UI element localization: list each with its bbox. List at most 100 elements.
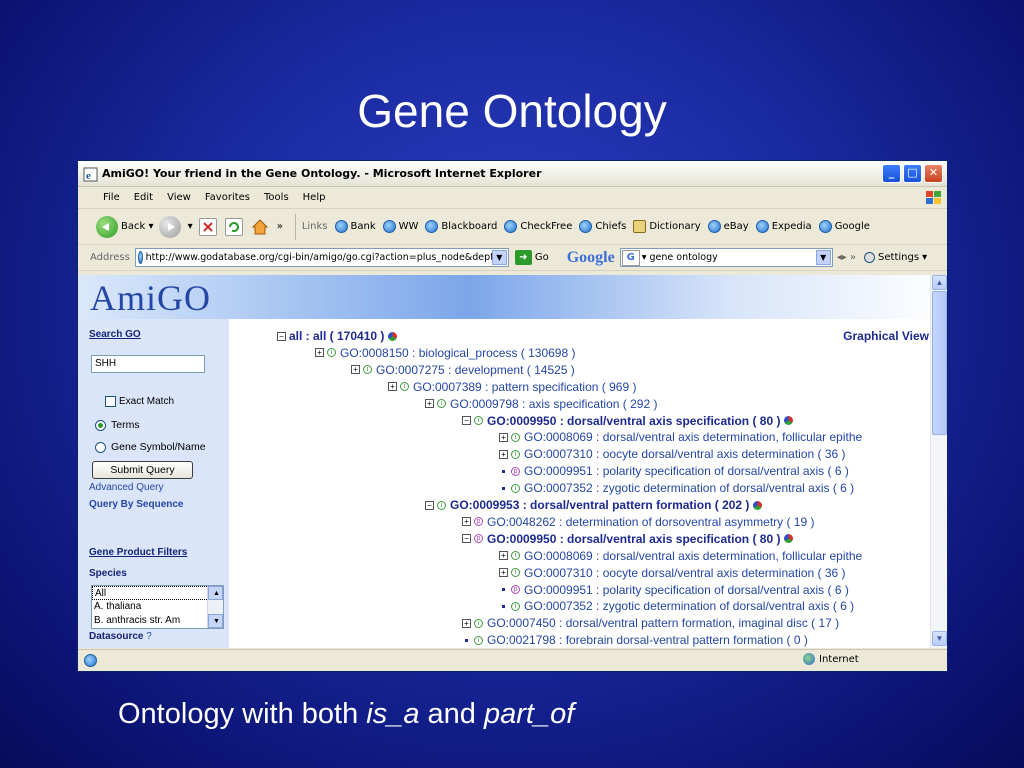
back-button[interactable]: Back ▾ — [96, 215, 153, 238]
link-checkfree[interactable]: CheckFree — [504, 220, 572, 233]
tree-node-label[interactable]: GO:0009950 : dorsal/ventral axis specifi… — [487, 414, 780, 428]
scroll-up-icon[interactable]: ▲ — [932, 275, 947, 290]
page-scrollbar[interactable]: ▲ ▼ — [930, 275, 947, 648]
scroll-down-icon[interactable]: ▼ — [932, 631, 947, 646]
expand-icon[interactable]: + — [315, 348, 324, 358]
species-scrollbar[interactable]: ▲ ▼ — [207, 586, 223, 628]
maximize-button[interactable]: □ — [903, 164, 922, 183]
gene-product-filters-link[interactable]: Gene Product Filters — [89, 547, 187, 558]
collapse-icon[interactable]: − — [462, 416, 471, 425]
tree-node-label[interactable]: GO:0009950 : dorsal/ventral axis specifi… — [487, 532, 780, 546]
tree-node-label[interactable]: GO:0048262 : determination of dorsoventr… — [487, 515, 815, 529]
expand-icon[interactable]: + — [388, 382, 397, 392]
tree-node[interactable]: + i GO:0007310 : oocyte dorsal/ventral axi… — [499, 446, 846, 462]
tree-node[interactable]: p GO:0009951 : polarity specification of … — [499, 582, 849, 598]
expand-icon[interactable]: + — [499, 449, 508, 459]
tree-node[interactable]: p GO:0009951 : polarity specification of … — [499, 463, 849, 479]
tree-node-label[interactable]: GO:0008069 : dorsal/ventral axis determi… — [524, 430, 862, 444]
expand-icon[interactable]: + — [499, 551, 508, 561]
tree-node[interactable]: + i GO:0007275 : development ( 14525 ) — [351, 362, 575, 378]
tree-node-label[interactable]: GO:0021798 : forebrain dorsal-ventral pa… — [487, 633, 808, 647]
go-button[interactable]: ➜ Go — [514, 250, 549, 265]
menu-view[interactable]: View — [160, 187, 198, 208]
tree-node-label[interactable]: GO:0009798 : axis specification ( 292 ) — [450, 397, 657, 411]
gene-symbol-radio[interactable]: Gene Symbol/Name — [95, 441, 206, 453]
tree-node-label[interactable]: GO:0007389 : pattern specification ( 969… — [413, 380, 636, 394]
tree-node-label[interactable]: GO:0009953 : dorsal/ventral pattern form… — [450, 498, 749, 512]
scroll-up-icon[interactable]: ▲ — [208, 586, 223, 600]
pie-chart-icon[interactable] — [388, 331, 398, 341]
tree-node-label[interactable]: GO:0009951 : polarity specification of d… — [524, 464, 849, 478]
tree-node[interactable]: + i GO:0009798 : axis specification ( 292 … — [425, 396, 657, 412]
menu-tools[interactable]: Tools — [257, 187, 296, 208]
tree-node-label[interactable]: GO:0007310 : oocyte dorsal/ventral axis … — [524, 566, 846, 580]
expand-icon[interactable]: + — [462, 517, 471, 527]
home-icon[interactable] — [251, 218, 269, 236]
link-google[interactable]: Google — [818, 220, 870, 233]
tree-node-label[interactable]: GO:0007352 : zygotic determination of do… — [524, 599, 854, 613]
expand-icon[interactable]: + — [499, 432, 508, 442]
list-item[interactable]: A. thaliana — [92, 600, 223, 614]
close-button[interactable]: ✕ — [924, 164, 943, 183]
address-input[interactable]: http://www.godatabase.org/cgi-bin/amigo/… — [134, 248, 509, 267]
stop-icon[interactable] — [198, 217, 217, 236]
link-ww[interactable]: WW — [382, 220, 418, 233]
advanced-query-link[interactable]: Advanced Query — [89, 482, 164, 493]
terms-radio[interactable]: Terms — [95, 419, 140, 431]
expand-icon[interactable]: + — [499, 568, 508, 578]
forward-button[interactable]: ▾ — [159, 215, 193, 238]
minimize-button[interactable]: _ — [882, 164, 901, 183]
refresh-icon[interactable] — [224, 217, 243, 236]
pie-chart-icon[interactable] — [784, 416, 794, 425]
menu-file[interactable]: File — [96, 187, 127, 208]
scroll-thumb[interactable] — [932, 291, 947, 435]
expand-icon[interactable]: + — [351, 365, 360, 375]
tree-node[interactable]: − i GO:0009953 : dorsal/ventral pattern fo… — [425, 497, 763, 513]
list-item[interactable]: All — [92, 586, 223, 600]
tree-node-label[interactable]: GO:0009951 : polarity specification of d… — [524, 583, 849, 597]
pie-chart-icon[interactable] — [753, 500, 763, 510]
tree-node-label[interactable]: all : all ( 170410 ) — [289, 329, 384, 343]
tree-node[interactable]: + p GO:0048262 : determination of dorsoven… — [462, 514, 815, 530]
search-go-input[interactable]: SHH — [91, 355, 205, 373]
link-chiefs[interactable]: Chiefs — [579, 220, 626, 233]
tree-node[interactable]: + i GO:0007450 : dorsal/ventral pattern fo… — [462, 615, 839, 631]
scroll-down-icon[interactable]: ▼ — [208, 614, 223, 628]
tree-node[interactable]: i GO:0007352 : zygotic determination of d… — [499, 598, 854, 614]
tree-node-label[interactable]: GO:0007450 : dorsal/ventral pattern form… — [487, 616, 839, 630]
settings-button[interactable]: Settings ▾ — [864, 252, 927, 263]
link-blackboard[interactable]: Blackboard — [425, 220, 497, 233]
search-button-icon[interactable]: ◂▸ » — [837, 252, 856, 263]
tree-node-label[interactable]: GO:0007352 : zygotic determination of do… — [524, 481, 854, 495]
tree-node[interactable]: i GO:0021798 : forebrain dorsal-ventral p… — [462, 632, 808, 648]
toolbar-chevron-icon[interactable]: » — [277, 221, 283, 232]
collapse-icon[interactable]: − — [425, 500, 434, 510]
graphical-view-link[interactable]: Graphical View — [843, 329, 929, 343]
google-search-input[interactable]: G ▾ gene ontology ▼ — [619, 248, 833, 267]
exact-match-checkbox[interactable]: Exact Match — [105, 396, 174, 407]
species-list[interactable]: All A. thaliana B. anthracis str. Am ▲ ▼ — [91, 585, 224, 629]
link-dictionary[interactable]: Dictionary — [633, 220, 701, 233]
address-dropdown-icon[interactable]: ▼ — [491, 250, 507, 265]
query-by-sequence-link[interactable]: Query By Sequence — [89, 499, 183, 510]
datasource-help-link[interactable]: ? — [146, 631, 152, 642]
menu-edit[interactable]: Edit — [127, 187, 160, 208]
search-go-link[interactable]: Search GO — [89, 329, 141, 340]
expand-icon[interactable]: + — [462, 618, 471, 628]
tree-node[interactable]: − p GO:0009950 : dorsal/ventral axis speci… — [462, 531, 794, 547]
list-item[interactable]: B. anthracis str. Am — [92, 614, 223, 628]
tree-node[interactable]: + i GO:0008069 : dorsal/ventral axis deter… — [499, 429, 862, 445]
link-expedia[interactable]: Expedia — [755, 220, 812, 233]
tree-node[interactable]: + i GO:0008069 : dorsal/ventral axis deter… — [499, 548, 862, 564]
menu-help[interactable]: Help — [296, 187, 333, 208]
expand-icon[interactable]: + — [425, 399, 434, 409]
link-ebay[interactable]: eBay — [707, 220, 749, 233]
collapse-icon[interactable]: − — [277, 331, 286, 341]
tree-node[interactable]: + i GO:0008150 : biological_process ( 1306… — [315, 345, 575, 361]
menu-favorites[interactable]: Favorites — [198, 187, 257, 208]
tree-node[interactable]: − i GO:0009950 : dorsal/ventral axis speci… — [462, 413, 794, 429]
tree-node-label[interactable]: GO:0008069 : dorsal/ventral axis determi… — [524, 549, 862, 563]
tree-node-label[interactable]: GO:0008150 : biological_process ( 130698… — [340, 346, 575, 360]
search-dropdown-icon[interactable]: ▼ — [815, 250, 831, 265]
link-bank[interactable]: Bank — [334, 220, 376, 233]
